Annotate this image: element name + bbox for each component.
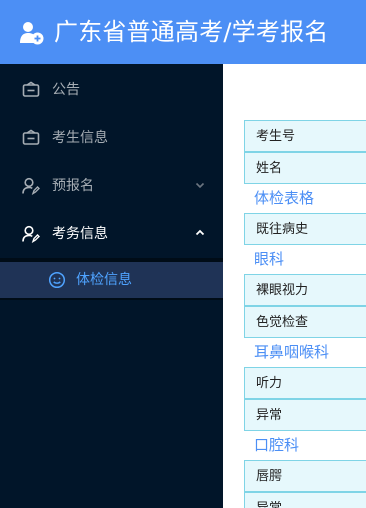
field-label: 色觉检查 [256,315,309,330]
field-ear-abnormal: 异常 [244,399,366,431]
field-naked-vision: 裸眼视力 [244,274,366,306]
smile-icon [48,271,66,289]
app-header: 广东省普通高考/学考报名 [0,0,366,64]
field-label: 姓名 [256,161,283,176]
sidebar-item-exam-affairs[interactable]: 考务信息 [0,210,223,258]
section-title-exam-form: 体检表格 [254,189,315,207]
chevron-down-icon [195,182,205,189]
candidate-icon [22,129,40,145]
sidebar-item-pre-registration[interactable]: 预报名 [0,162,223,210]
field-label: 考生号 [256,129,296,144]
section-title-ent: 耳鼻咽喉科 [254,343,330,361]
field-name: 姓名 [244,152,366,184]
sidebar-item-label: 预报名 [52,178,94,194]
app-title: 广东省普通高考/学考报名 [54,18,329,46]
field-past-history: 既往病史 [244,213,366,245]
sidebar-item-candidate-info[interactable]: 考生信息 [0,114,223,162]
field-label: 异常 [256,500,282,508]
sidebar-item-label: 考生信息 [52,130,108,146]
field-label: 裸眼视力 [256,283,309,298]
sidebar: 公告 考生信息 预报名 考务信息 体检信息 [0,64,223,508]
field-color-vision: 色觉检查 [244,306,366,338]
field-label: 既往病史 [256,222,309,237]
chevron-up-icon [195,229,205,236]
sidebar-item-label: 考务信息 [52,226,108,242]
sidebar-item-label: 体检信息 [76,272,132,288]
sidebar-item-announcement[interactable]: 公告 [0,66,223,114]
announcement-icon [22,81,40,97]
field-label: 听力 [256,376,283,391]
field-label: 唇腭 [256,469,283,484]
section-title-oral: 口腔科 [254,436,300,454]
section-title-eye: 眼科 [254,250,285,268]
sidebar-item-physical-exam[interactable]: 体检信息 [0,262,223,298]
field-hearing: 听力 [244,367,366,399]
user-edit-icon [22,177,40,195]
sidebar-item-label: 公告 [52,82,80,98]
field-lips-palate: 唇腭 [244,460,366,492]
field-candidate-no: 考生号 [244,120,366,152]
user-edit-icon [22,225,40,243]
user-add-icon [20,22,44,45]
field-mouth-abnormal: 异常 [244,492,366,508]
field-label: 异常 [256,408,283,423]
